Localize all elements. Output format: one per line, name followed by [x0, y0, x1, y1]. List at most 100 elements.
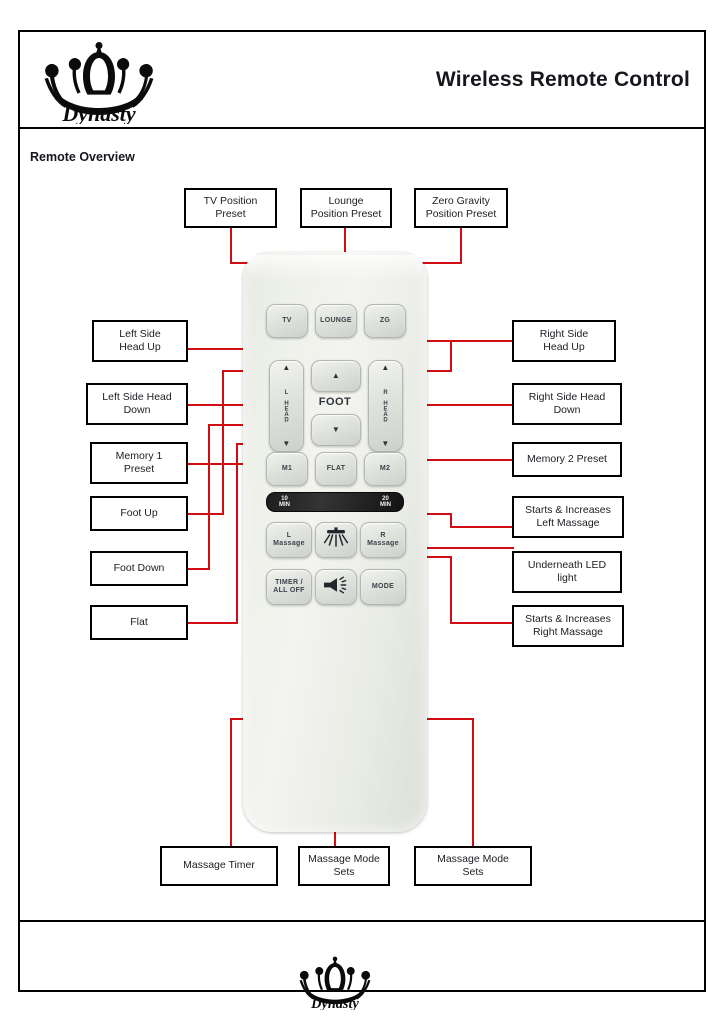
timer-20-min-label: 20 MIN [380, 495, 391, 508]
button-m2-label: M2 [379, 464, 391, 472]
button-tv-label: TV [282, 316, 292, 324]
callout-massage-mode-sets-1-label: Massage Mode Sets [308, 852, 380, 878]
button-massage-speaker[interactable] [315, 569, 357, 605]
callout-right-side-head-down: Right Side Head Down [512, 383, 622, 425]
connector-footup-h1 [188, 513, 224, 515]
callout-underneath-led-light-label: Underneath LED light [527, 558, 607, 584]
button-right-massage[interactable]: R Massage [360, 522, 406, 558]
callout-massage-mode-sets-1: Massage Mode Sets [298, 846, 390, 886]
button-m1[interactable]: M1 [266, 452, 308, 486]
remote-control-body: TV LOUNGE ZG ▲ L HEAD ▼ ▲ FOOT ▼ ▲ R HEA… [243, 252, 427, 1012]
connector-flat-h1 [188, 622, 238, 624]
svg-text:Dynasty: Dynasty [61, 101, 136, 124]
button-mode[interactable]: MODE [360, 569, 406, 605]
button-m1-label: M1 [281, 464, 293, 472]
connector-lshd-h1 [188, 404, 250, 406]
connector-lmass-h1 [452, 526, 514, 528]
callout-massage-mode-sets-2: Massage Mode Sets [414, 846, 532, 886]
speaker-icon [321, 575, 351, 598]
button-flat-label: FLAT [326, 464, 346, 472]
section-heading: Remote Overview [30, 150, 135, 164]
dynasty-crown-logo: Dynasty [34, 38, 164, 126]
callout-foot-down: Foot Down [90, 551, 188, 586]
connector-rmass-v [450, 556, 452, 624]
massage-timer-indicator-strip: 10 MIN 20 MIN [266, 492, 404, 512]
callout-flat-label: Flat [130, 615, 148, 628]
connector-flat-v [236, 443, 238, 624]
document-header: Dynasty Wireless Remote Control [20, 32, 704, 129]
callout-foot-down-label: Foot Down [113, 561, 165, 574]
button-left-massage[interactable]: L Massage [266, 522, 312, 558]
connector-mtimer-v1 [230, 718, 232, 846]
connector-lmass-v [450, 513, 452, 528]
remote-dynasty-crown-logo: Dynasty [287, 954, 383, 1012]
foot-down-arrow-icon: ▼ [331, 425, 341, 434]
button-right-head-label: R HEAD [382, 389, 389, 423]
button-zg[interactable]: ZG [364, 304, 406, 338]
callout-right-side-head-down-label: Right Side Head Down [528, 390, 606, 416]
connector-footup-v [222, 370, 224, 515]
foot-up-arrow-icon: ▲ [331, 371, 341, 380]
button-m2[interactable]: M2 [364, 452, 406, 486]
button-left-head-rocker[interactable]: ▲ L HEAD ▼ [269, 360, 304, 452]
callout-zero-gravity-position-preset-label: Zero Gravity Position Preset [425, 194, 497, 220]
callout-lounge-position-preset-label: Lounge Position Preset [310, 194, 382, 220]
left-head-up-arrow-icon[interactable]: ▲ [282, 364, 290, 372]
callout-flat: Flat [90, 605, 188, 640]
callout-starts-increases-left-massage-label: Starts & Increases Left Massage [525, 503, 611, 529]
svg-text:Dynasty: Dynasty [310, 996, 359, 1010]
callout-memory-1-preset-label: Memory 1 Preset [115, 449, 163, 475]
callout-underneath-led-light: Underneath LED light [512, 551, 622, 593]
callout-massage-timer: Massage Timer [160, 846, 278, 886]
callout-foot-up: Foot Up [90, 496, 188, 531]
callout-memory-1-preset: Memory 1 Preset [90, 442, 188, 484]
foot-group-label: FOOT [318, 396, 352, 408]
button-left-massage-label: L Massage [273, 531, 305, 547]
page-title: Wireless Remote Control [435, 68, 690, 91]
callout-lounge-position-preset: Lounge Position Preset [300, 188, 392, 228]
button-right-massage-label: R Massage [367, 531, 399, 547]
right-head-up-arrow-icon[interactable]: ▲ [381, 364, 389, 372]
button-foot-down[interactable]: ▼ [311, 414, 361, 446]
connector-zg-v1 [460, 228, 462, 264]
connector-tv-v1 [230, 228, 232, 264]
button-left-head-label: L HEAD [283, 389, 290, 423]
button-mode-label: MODE [371, 582, 395, 590]
left-head-down-arrow-icon[interactable]: ▼ [282, 440, 290, 448]
callout-left-side-head-up: Left Side Head Up [92, 320, 188, 362]
callout-foot-up-label: Foot Up [120, 506, 158, 519]
button-timer-all-off[interactable]: TIMER / ALL OFF [266, 569, 312, 605]
button-flat[interactable]: FLAT [315, 452, 357, 486]
connector-footdown-h1 [188, 568, 210, 570]
callout-massage-mode-sets-2-label: Massage Mode Sets [437, 852, 509, 878]
callout-starts-increases-left-massage: Starts & Increases Left Massage [512, 496, 624, 538]
button-right-head-rocker[interactable]: ▲ R HEAD ▼ [368, 360, 403, 452]
button-foot-up[interactable]: ▲ [311, 360, 361, 392]
connector-footdown-v [208, 424, 210, 570]
connector-rmass-h1 [450, 622, 514, 624]
button-zg-label: ZG [379, 316, 391, 324]
button-timer-all-off-label: TIMER / ALL OFF [273, 578, 305, 594]
callout-right-side-head-up-label: Right Side Head Up [539, 327, 589, 353]
callout-left-side-head-down: Left Side Head Down [86, 383, 188, 425]
timer-10-min-label: 10 MIN [279, 495, 290, 508]
callout-left-side-head-down-label: Left Side Head Down [102, 390, 172, 416]
callout-memory-2-preset-label: Memory 2 Preset [527, 452, 607, 465]
button-lounge-label: LOUNGE [320, 316, 352, 324]
connector-mode2-v1 [472, 718, 474, 846]
callout-right-side-head-up: Right Side Head Up [512, 320, 616, 362]
callout-tv-position-preset-label: TV Position Preset [203, 194, 258, 220]
callout-left-side-head-up-label: Left Side Head Up [119, 327, 161, 353]
connector-rshu-v [450, 340, 452, 370]
button-lounge[interactable]: LOUNGE [315, 304, 357, 338]
callout-zero-gravity-position-preset: Zero Gravity Position Preset [414, 188, 508, 228]
callout-tv-position-preset: TV Position Preset [184, 188, 277, 228]
callout-starts-increases-right-massage-label: Starts & Increases Right Massage [525, 612, 611, 638]
led-lamp-icon [321, 526, 351, 553]
callout-memory-2-preset: Memory 2 Preset [512, 442, 622, 477]
callout-starts-increases-right-massage: Starts & Increases Right Massage [512, 605, 624, 647]
callout-massage-timer-label: Massage Timer [183, 859, 255, 872]
button-tv[interactable]: TV [266, 304, 308, 338]
right-head-down-arrow-icon[interactable]: ▼ [381, 440, 389, 448]
button-led-light[interactable] [315, 522, 357, 558]
